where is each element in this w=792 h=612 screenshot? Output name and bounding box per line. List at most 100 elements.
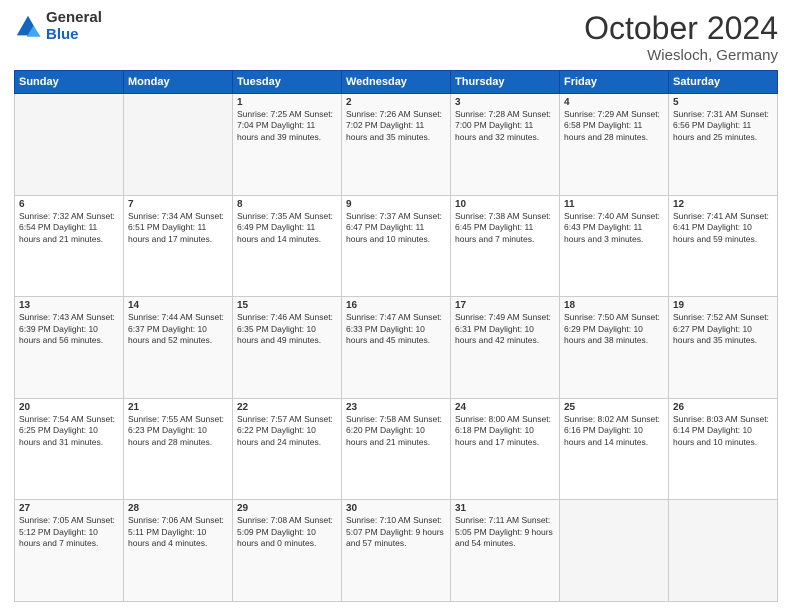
day-number: 5 — [673, 97, 773, 108]
day-number: 26 — [673, 402, 773, 413]
day-number: 15 — [237, 300, 337, 311]
day-info: Sunrise: 7:05 AM Sunset: 5:12 PM Dayligh… — [19, 515, 119, 549]
day-number: 19 — [673, 300, 773, 311]
calendar-table: Sunday Monday Tuesday Wednesday Thursday… — [14, 70, 778, 602]
day-cell: 5Sunrise: 7:31 AM Sunset: 6:56 PM Daylig… — [669, 94, 778, 196]
day-number: 2 — [346, 97, 446, 108]
day-cell: 30Sunrise: 7:10 AM Sunset: 5:07 PM Dayli… — [342, 500, 451, 602]
day-info: Sunrise: 7:28 AM Sunset: 7:00 PM Dayligh… — [455, 109, 555, 143]
day-info: Sunrise: 7:47 AM Sunset: 6:33 PM Dayligh… — [346, 312, 446, 346]
day-cell: 31Sunrise: 7:11 AM Sunset: 5:05 PM Dayli… — [451, 500, 560, 602]
day-cell: 22Sunrise: 7:57 AM Sunset: 6:22 PM Dayli… — [233, 398, 342, 500]
day-cell: 12Sunrise: 7:41 AM Sunset: 6:41 PM Dayli… — [669, 195, 778, 297]
week-row-3: 20Sunrise: 7:54 AM Sunset: 6:25 PM Dayli… — [15, 398, 778, 500]
col-sunday: Sunday — [15, 71, 124, 94]
day-number: 18 — [564, 300, 664, 311]
day-cell: 8Sunrise: 7:35 AM Sunset: 6:49 PM Daylig… — [233, 195, 342, 297]
day-info: Sunrise: 7:35 AM Sunset: 6:49 PM Dayligh… — [237, 211, 337, 245]
day-info: Sunrise: 7:58 AM Sunset: 6:20 PM Dayligh… — [346, 414, 446, 448]
day-cell: 16Sunrise: 7:47 AM Sunset: 6:33 PM Dayli… — [342, 297, 451, 399]
day-info: Sunrise: 7:38 AM Sunset: 6:45 PM Dayligh… — [455, 211, 555, 245]
col-saturday: Saturday — [669, 71, 778, 94]
col-thursday: Thursday — [451, 71, 560, 94]
day-number: 4 — [564, 97, 664, 108]
col-friday: Friday — [560, 71, 669, 94]
day-number: 9 — [346, 199, 446, 210]
day-number: 14 — [128, 300, 228, 311]
day-number: 24 — [455, 402, 555, 413]
day-cell: 10Sunrise: 7:38 AM Sunset: 6:45 PM Dayli… — [451, 195, 560, 297]
day-number: 23 — [346, 402, 446, 413]
day-info: Sunrise: 7:11 AM Sunset: 5:05 PM Dayligh… — [455, 515, 555, 549]
day-cell: 2Sunrise: 7:26 AM Sunset: 7:02 PM Daylig… — [342, 94, 451, 196]
day-number: 17 — [455, 300, 555, 311]
location-title: Wiesloch, Germany — [584, 47, 778, 64]
day-info: Sunrise: 8:00 AM Sunset: 6:18 PM Dayligh… — [455, 414, 555, 448]
day-number: 16 — [346, 300, 446, 311]
day-number: 6 — [19, 199, 119, 210]
day-cell: 19Sunrise: 7:52 AM Sunset: 6:27 PM Dayli… — [669, 297, 778, 399]
day-number: 20 — [19, 402, 119, 413]
day-cell: 6Sunrise: 7:32 AM Sunset: 6:54 PM Daylig… — [15, 195, 124, 297]
day-number: 8 — [237, 199, 337, 210]
day-info: Sunrise: 7:31 AM Sunset: 6:56 PM Dayligh… — [673, 109, 773, 143]
day-cell: 11Sunrise: 7:40 AM Sunset: 6:43 PM Dayli… — [560, 195, 669, 297]
day-cell: 18Sunrise: 7:50 AM Sunset: 6:29 PM Dayli… — [560, 297, 669, 399]
day-number: 21 — [128, 402, 228, 413]
day-info: Sunrise: 7:50 AM Sunset: 6:29 PM Dayligh… — [564, 312, 664, 346]
day-cell: 13Sunrise: 7:43 AM Sunset: 6:39 PM Dayli… — [15, 297, 124, 399]
day-info: Sunrise: 7:52 AM Sunset: 6:27 PM Dayligh… — [673, 312, 773, 346]
week-row-0: 1Sunrise: 7:25 AM Sunset: 7:04 PM Daylig… — [15, 94, 778, 196]
day-cell — [15, 94, 124, 196]
day-number: 1 — [237, 97, 337, 108]
day-cell — [124, 94, 233, 196]
day-number: 31 — [455, 503, 555, 514]
day-info: Sunrise: 7:37 AM Sunset: 6:47 PM Dayligh… — [346, 211, 446, 245]
day-info: Sunrise: 8:02 AM Sunset: 6:16 PM Dayligh… — [564, 414, 664, 448]
day-number: 7 — [128, 199, 228, 210]
day-cell: 21Sunrise: 7:55 AM Sunset: 6:23 PM Dayli… — [124, 398, 233, 500]
week-row-4: 27Sunrise: 7:05 AM Sunset: 5:12 PM Dayli… — [15, 500, 778, 602]
top-section: General Blue October 2024 Wiesloch, Germ… — [14, 10, 778, 64]
day-number: 29 — [237, 503, 337, 514]
day-info: Sunrise: 7:32 AM Sunset: 6:54 PM Dayligh… — [19, 211, 119, 245]
col-tuesday: Tuesday — [233, 71, 342, 94]
month-title: October 2024 — [584, 10, 778, 47]
day-cell: 29Sunrise: 7:08 AM Sunset: 5:09 PM Dayli… — [233, 500, 342, 602]
day-number: 13 — [19, 300, 119, 311]
logo: General Blue — [14, 10, 102, 43]
day-cell — [560, 500, 669, 602]
day-cell — [669, 500, 778, 602]
day-info: Sunrise: 7:25 AM Sunset: 7:04 PM Dayligh… — [237, 109, 337, 143]
day-cell: 1Sunrise: 7:25 AM Sunset: 7:04 PM Daylig… — [233, 94, 342, 196]
day-cell: 28Sunrise: 7:06 AM Sunset: 5:11 PM Dayli… — [124, 500, 233, 602]
day-info: Sunrise: 7:46 AM Sunset: 6:35 PM Dayligh… — [237, 312, 337, 346]
title-section: October 2024 Wiesloch, Germany — [584, 10, 778, 64]
day-cell: 20Sunrise: 7:54 AM Sunset: 6:25 PM Dayli… — [15, 398, 124, 500]
day-info: Sunrise: 7:44 AM Sunset: 6:37 PM Dayligh… — [128, 312, 228, 346]
day-info: Sunrise: 7:57 AM Sunset: 6:22 PM Dayligh… — [237, 414, 337, 448]
header-row: Sunday Monday Tuesday Wednesday Thursday… — [15, 71, 778, 94]
logo-general: General — [46, 10, 102, 27]
day-number: 27 — [19, 503, 119, 514]
day-cell: 7Sunrise: 7:34 AM Sunset: 6:51 PM Daylig… — [124, 195, 233, 297]
day-info: Sunrise: 8:03 AM Sunset: 6:14 PM Dayligh… — [673, 414, 773, 448]
logo-blue: Blue — [46, 27, 102, 44]
day-cell: 26Sunrise: 8:03 AM Sunset: 6:14 PM Dayli… — [669, 398, 778, 500]
day-cell: 3Sunrise: 7:28 AM Sunset: 7:00 PM Daylig… — [451, 94, 560, 196]
col-wednesday: Wednesday — [342, 71, 451, 94]
day-number: 25 — [564, 402, 664, 413]
day-number: 3 — [455, 97, 555, 108]
day-info: Sunrise: 7:29 AM Sunset: 6:58 PM Dayligh… — [564, 109, 664, 143]
day-number: 10 — [455, 199, 555, 210]
day-number: 11 — [564, 199, 664, 210]
logo-icon — [14, 13, 42, 41]
day-cell: 9Sunrise: 7:37 AM Sunset: 6:47 PM Daylig… — [342, 195, 451, 297]
day-number: 22 — [237, 402, 337, 413]
day-info: Sunrise: 7:54 AM Sunset: 6:25 PM Dayligh… — [19, 414, 119, 448]
day-cell: 15Sunrise: 7:46 AM Sunset: 6:35 PM Dayli… — [233, 297, 342, 399]
logo-text: General Blue — [46, 10, 102, 43]
day-cell: 25Sunrise: 8:02 AM Sunset: 6:16 PM Dayli… — [560, 398, 669, 500]
day-info: Sunrise: 7:08 AM Sunset: 5:09 PM Dayligh… — [237, 515, 337, 549]
day-info: Sunrise: 7:40 AM Sunset: 6:43 PM Dayligh… — [564, 211, 664, 245]
